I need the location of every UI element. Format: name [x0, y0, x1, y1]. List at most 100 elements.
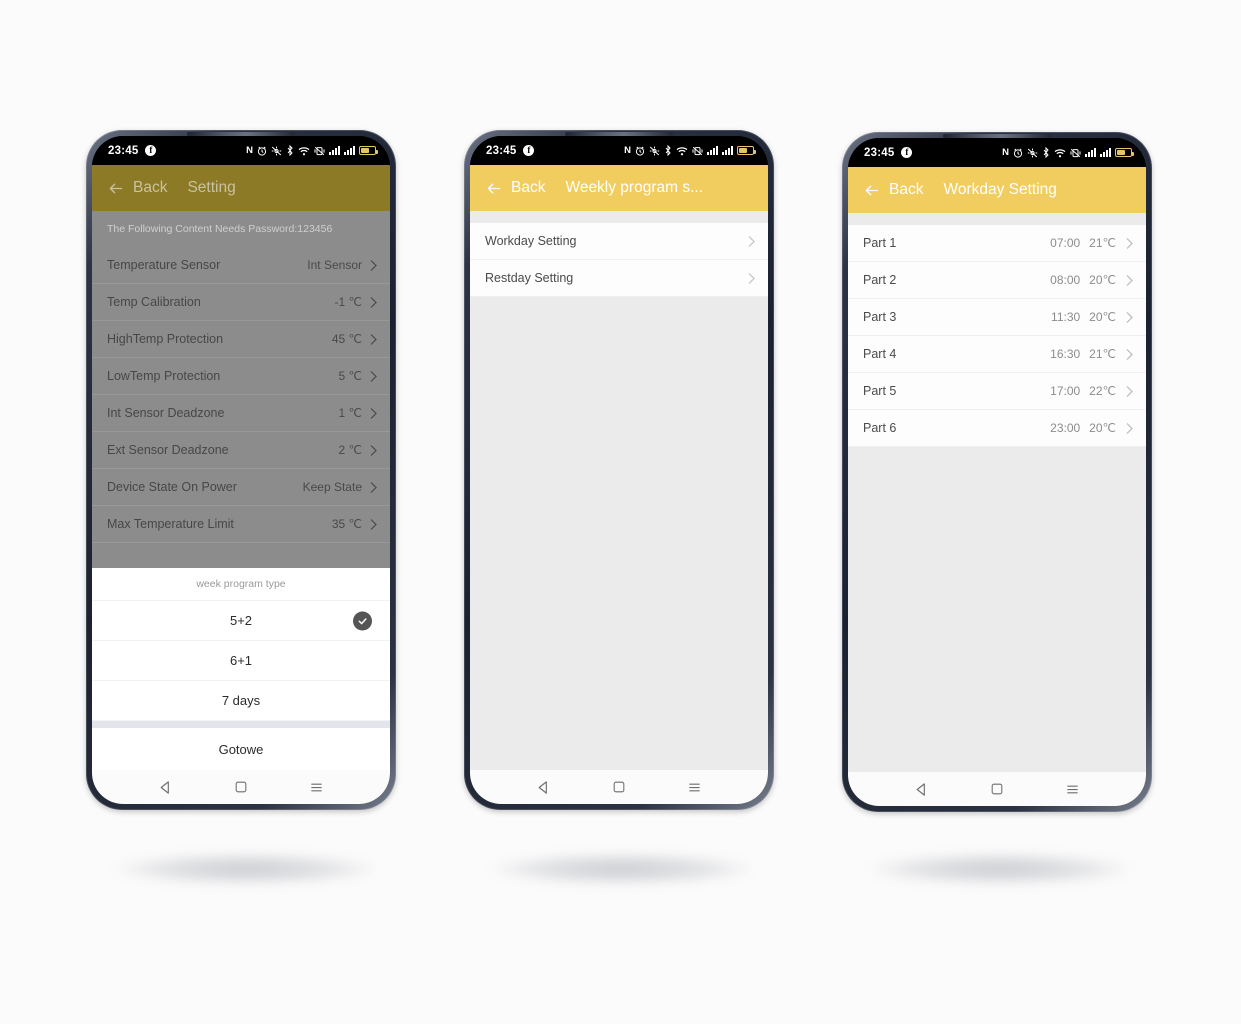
vibrate-icon: [314, 146, 325, 155]
row-temperature: 22℃: [1089, 384, 1116, 398]
row-label: LowTemp Protection: [107, 369, 221, 383]
row-label: Workday Setting: [485, 234, 577, 248]
row-temperature: 20℃: [1089, 273, 1116, 287]
location-off-icon: [271, 146, 282, 155]
android-nav-bar: [848, 772, 1146, 806]
home-square-icon[interactable]: [234, 780, 248, 794]
sheet-title: week program type: [92, 568, 390, 601]
password-hint: The Following Content Needs Password:123…: [92, 211, 390, 247]
nfc-icon: N: [1002, 146, 1009, 158]
list-item-max-temperature-limit[interactable]: Max Temperature Limit 35 ℃: [92, 506, 390, 543]
phone-device-settings: 23:45 f N Back Setting The Following Con…: [86, 130, 396, 810]
list-item-ext-sensor-deadzone[interactable]: Ext Sensor Deadzone 2 ℃: [92, 432, 390, 469]
sheet-divider: [92, 721, 390, 728]
menu-lines-icon[interactable]: [687, 780, 702, 795]
nfc-icon: N: [246, 144, 253, 156]
back-button[interactable]: Back: [92, 179, 167, 197]
chevron-right-icon: [1126, 311, 1133, 323]
row-label: Ext Sensor Deadzone: [107, 443, 229, 457]
week-program-type-sheet: week program type 5+2 6+1 7 days Gotowe: [92, 568, 390, 770]
list-item-restday-setting[interactable]: Restday Setting: [470, 260, 768, 297]
back-triangle-icon[interactable]: [158, 780, 173, 795]
weekly-program-list: Workday Setting Restday Setting: [470, 211, 768, 770]
menu-lines-icon[interactable]: [309, 780, 324, 795]
row-value: Keep State: [302, 480, 362, 494]
list-item-workday-setting[interactable]: Workday Setting: [470, 223, 768, 260]
page-title: Setting: [187, 179, 236, 196]
row-label: Part 4: [863, 347, 897, 361]
list-item-part-4[interactable]: Part 4 16:30 21℃: [848, 336, 1146, 373]
list-item-part-2[interactable]: Part 2 08:00 20℃: [848, 262, 1146, 299]
back-triangle-icon[interactable]: [536, 780, 551, 795]
list-item-part-5[interactable]: Part 5 17:00 22℃: [848, 373, 1146, 410]
list-item-temperature-sensor[interactable]: Temperature Sensor Int Sensor: [92, 247, 390, 284]
page-title: Workday Setting: [943, 181, 1057, 198]
android-nav-bar: [470, 770, 768, 804]
earpiece-speaker: [943, 134, 1051, 138]
nfc-icon: N: [624, 144, 631, 156]
home-square-icon[interactable]: [990, 782, 1004, 796]
row-temperature: 20℃: [1089, 421, 1116, 435]
chevron-right-icon: [1126, 237, 1133, 249]
list-item-part-6[interactable]: Part 6 23:00 20℃: [848, 410, 1146, 447]
app-notification-icon: f: [523, 145, 535, 156]
alarm-clock-icon: [635, 146, 645, 156]
row-temperature: 21℃: [1089, 347, 1116, 361]
list-item-temp-calibration[interactable]: Temp Calibration -1 ℃: [92, 284, 390, 321]
wifi-icon: [298, 146, 310, 155]
row-value: 45 ℃: [331, 332, 362, 346]
row-time: 23:00: [1050, 421, 1081, 435]
home-square-icon[interactable]: [612, 780, 626, 794]
chevron-right-icon: [370, 407, 377, 419]
location-off-icon: [1027, 148, 1038, 157]
status-bar-clock: 23:45: [108, 144, 139, 157]
row-value: -1 ℃: [334, 295, 362, 309]
row-time: 08:00: [1050, 273, 1081, 287]
back-triangle-icon[interactable]: [914, 782, 929, 797]
chevron-right-icon: [370, 481, 377, 493]
list-item-hightemp-protection[interactable]: HighTemp Protection 45 ℃: [92, 321, 390, 358]
list-top-gap: [470, 211, 768, 223]
list-item-lowtemp-protection[interactable]: LowTemp Protection 5 ℃: [92, 358, 390, 395]
row-label: Temp Calibration: [107, 295, 201, 309]
chevron-right-icon: [1126, 274, 1133, 286]
signal-bars-icon: [707, 146, 718, 155]
vibrate-icon: [1070, 148, 1081, 157]
list-item-int-sensor-deadzone[interactable]: Int Sensor Deadzone 1 ℃: [92, 395, 390, 432]
option-6plus1[interactable]: 6+1: [92, 641, 390, 681]
option-label: 5+2: [229, 613, 253, 628]
option-5plus2[interactable]: 5+2: [92, 601, 390, 641]
back-button[interactable]: Back: [848, 181, 923, 199]
battery-icon: [359, 146, 378, 155]
back-button[interactable]: Back: [470, 179, 545, 197]
row-temperature: 20℃: [1089, 310, 1116, 324]
signal-bars-icon: [1085, 148, 1096, 157]
chevron-right-icon: [370, 333, 377, 345]
earpiece-speaker: [187, 132, 295, 136]
row-label: Part 2: [863, 273, 897, 287]
chevron-right-icon: [370, 444, 377, 456]
list-top-gap: [848, 213, 1146, 225]
vibrate-icon: [692, 146, 703, 155]
row-value: 2 ℃: [338, 443, 362, 457]
screenshot-canvas: 23:45 f N Back Setting The Following Con…: [0, 0, 1241, 1024]
back-label: Back: [889, 181, 924, 198]
app-header-weekly-program: Back Weekly program s...: [470, 165, 768, 211]
app-header-workday-setting: Back Workday Setting: [848, 167, 1146, 213]
row-label: Temperature Sensor: [107, 258, 221, 272]
app-notification-icon: f: [145, 145, 157, 156]
battery-icon: [1115, 148, 1134, 157]
page-title: Weekly program s...: [565, 179, 704, 196]
status-bar: 23:45 f N: [92, 136, 390, 165]
confirm-button[interactable]: Gotowe: [92, 728, 390, 770]
wifi-icon: [1054, 148, 1066, 157]
phone-weekly-program: 23:45 f N Back Weekly program s... Workd…: [464, 130, 774, 810]
option-label: 6+1: [229, 653, 253, 668]
option-7days[interactable]: 7 days: [92, 681, 390, 721]
list-item-part-1[interactable]: Part 1 07:00 21℃: [848, 225, 1146, 262]
menu-lines-icon[interactable]: [1065, 782, 1080, 797]
list-item-part-3[interactable]: Part 3 11:30 20℃: [848, 299, 1146, 336]
list-item-device-state-on-power[interactable]: Device State On Power Keep State: [92, 469, 390, 506]
bluetooth-icon: [665, 145, 671, 156]
back-label: Back: [511, 179, 546, 196]
